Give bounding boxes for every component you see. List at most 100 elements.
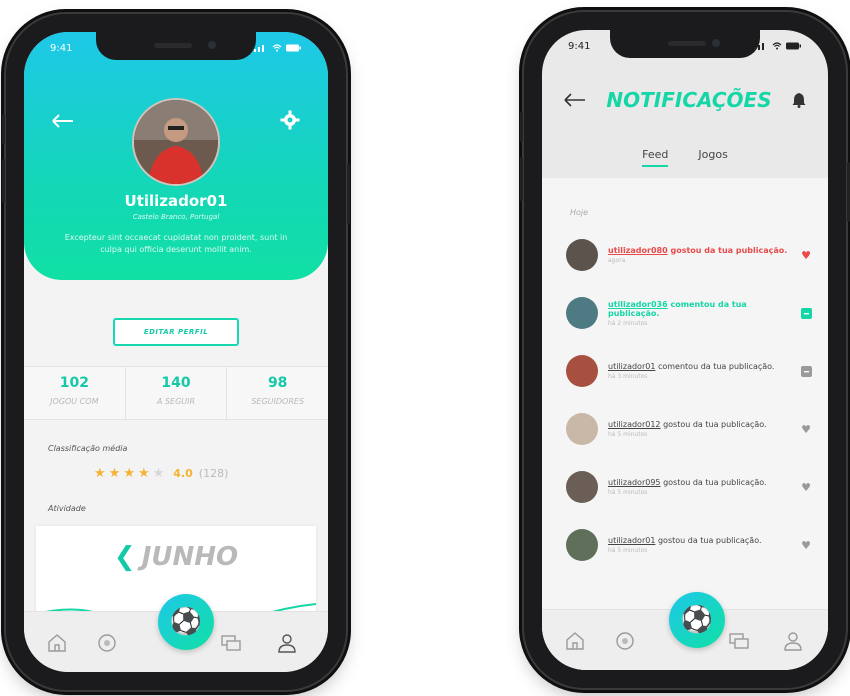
stat-value: 140	[161, 375, 191, 391]
notification-item[interactable]: utilizador01 gostou da tua publicação. h…	[566, 528, 812, 562]
heart-icon: ♥	[801, 538, 811, 552]
signal-icon	[254, 45, 264, 52]
gear-icon[interactable]	[280, 110, 300, 130]
status-time: 9:41	[50, 42, 73, 54]
chevron-left-icon[interactable]: ❮	[114, 542, 136, 572]
avatar	[566, 297, 598, 329]
stats-row: 102 JOGOU COM 140 A SEGUIR 98 SEGUIDORES	[24, 366, 328, 420]
battery-icon	[786, 42, 801, 50]
notification-item[interactable]: utilizador036 comentou da tua publicação…	[566, 296, 812, 330]
rating-label: Classificação média	[48, 444, 128, 453]
star-icon: ★	[123, 466, 135, 481]
rating-value: 4.0	[173, 467, 193, 480]
back-arrow-icon[interactable]	[564, 93, 586, 107]
user-icon[interactable]	[276, 632, 298, 654]
activity-label: Atividade	[48, 504, 86, 513]
stat-value: 102	[59, 375, 89, 391]
ball-icon[interactable]	[96, 632, 118, 654]
notification-text: utilizador01 comentou da tua publicação.…	[608, 362, 800, 380]
notification-item[interactable]: utilizador01 comentou da tua publicação.…	[566, 354, 812, 388]
profile-header: 9:41 Utilizador01 Castelo Branco, Portug…	[24, 32, 328, 280]
notification-item[interactable]: utilizador080 gostou da tua publicação. …	[566, 238, 812, 272]
notification-time: há 5 minutos	[608, 547, 648, 554]
stat-label: JOGOU COM	[50, 397, 99, 406]
comment-icon	[800, 365, 812, 377]
section-label: Hoje	[570, 208, 589, 217]
notification-item[interactable]: utilizador095 gostou da tua publicação. …	[566, 470, 812, 504]
phone-notifications: 9:41 NOTIFICAÇÕES Feed Jogos Hoje utiliz…	[520, 12, 850, 688]
chat-icon[interactable]	[728, 630, 750, 652]
notification-user[interactable]: utilizador036	[608, 300, 668, 309]
notification-action: gostou da tua publicação.	[670, 246, 788, 255]
notification-text: utilizador012 gostou da tua publicação. …	[608, 420, 800, 438]
stat-label: A SEGUIR	[156, 397, 196, 406]
ball-fab-button[interactable]: ⚽	[158, 594, 214, 650]
profile-screen: 9:41 Utilizador01 Castelo Branco, Portug…	[24, 32, 328, 672]
home-icon[interactable]	[564, 630, 586, 652]
notification-user[interactable]: utilizador095	[608, 478, 661, 487]
tab-feed[interactable]: Feed	[642, 148, 669, 167]
notification-time: há 5 minutos	[608, 431, 648, 438]
notification-item[interactable]: utilizador012 gostou da tua publicação. …	[566, 412, 812, 446]
bell-icon[interactable]	[792, 92, 806, 108]
notifications-screen: 9:41 NOTIFICAÇÕES Feed Jogos Hoje utiliz…	[542, 30, 828, 670]
wifi-icon	[272, 44, 282, 52]
avatar	[566, 239, 598, 271]
notification-tabs: Feed Jogos	[542, 148, 828, 167]
signal-icon	[754, 43, 764, 50]
notification-time: há 3 minutos	[608, 373, 648, 380]
tab-jogos[interactable]: Jogos	[698, 148, 727, 167]
ball-fab-button[interactable]: ⚽	[669, 592, 725, 648]
star-icon: ★	[152, 466, 165, 481]
notification-action: gostou da tua publicação.	[663, 420, 767, 429]
rating-row: ★ ★ ★ ★ ★ 4.0 (128)	[94, 466, 228, 481]
star-icon: ★	[108, 466, 121, 481]
notification-time: agora	[608, 257, 626, 264]
heart-icon: ♥	[801, 480, 811, 494]
user-icon[interactable]	[782, 630, 804, 652]
star-icon: ★	[137, 466, 150, 481]
notification-user[interactable]: utilizador012	[608, 420, 661, 429]
stat-value: 98	[267, 375, 288, 391]
status-icons	[254, 44, 302, 52]
status-time: 9:41	[568, 40, 591, 52]
notification-text: utilizador095 gostou da tua publicação. …	[608, 478, 800, 496]
status-icons	[754, 42, 802, 50]
heart-icon: ♥	[801, 248, 811, 262]
notification-time: há 2 minutos	[608, 319, 648, 327]
stat-followers[interactable]: 98 SEGUIDORES	[227, 367, 328, 419]
notification-text: utilizador080 gostou da tua publicação. …	[608, 246, 800, 264]
stat-played-with[interactable]: 102 JOGOU COM	[24, 367, 126, 419]
notification-user[interactable]: utilizador01	[608, 536, 655, 545]
avatar	[566, 471, 598, 503]
notification-action: gostou da tua publicação.	[663, 478, 767, 487]
battery-icon	[286, 44, 301, 52]
notification-user[interactable]: utilizador080	[608, 246, 668, 255]
month-label: JUNHO	[141, 542, 239, 572]
activity-month-header: ❮ JUNHO	[36, 542, 316, 572]
wifi-icon	[772, 42, 782, 50]
user-bio: Excepteur sint occaecat cupidatat non pr…	[64, 233, 288, 254]
heart-icon: ♥	[801, 422, 811, 436]
ball-icon[interactable]	[614, 630, 636, 652]
rating-count: (128)	[198, 467, 229, 480]
home-icon[interactable]	[46, 632, 68, 654]
avatar	[566, 529, 598, 561]
notification-user[interactable]: utilizador01	[608, 362, 655, 371]
notification-action: gostou da tua publicação.	[657, 536, 762, 545]
stat-following[interactable]: 140 A SEGUIR	[126, 367, 228, 419]
stat-label: SEGUIDORES	[251, 397, 305, 406]
username: Utilizador01	[124, 192, 228, 210]
profile-avatar	[132, 98, 220, 186]
chat-icon[interactable]	[220, 632, 242, 654]
notification-text: utilizador036 comentou da tua publicação…	[608, 300, 800, 327]
page-title: NOTIFICAÇÕES	[606, 88, 772, 112]
edit-profile-button[interactable]: EDITAR PERFIL	[113, 318, 239, 346]
notification-action: comentou da tua publicação.	[657, 362, 775, 371]
star-icon: ★	[94, 466, 106, 481]
comment-icon	[800, 307, 812, 319]
back-arrow-icon[interactable]	[52, 114, 74, 128]
notifications-header: NOTIFICAÇÕES	[542, 88, 828, 112]
notification-time: há 5 minutos	[608, 489, 648, 496]
avatar	[566, 355, 598, 387]
